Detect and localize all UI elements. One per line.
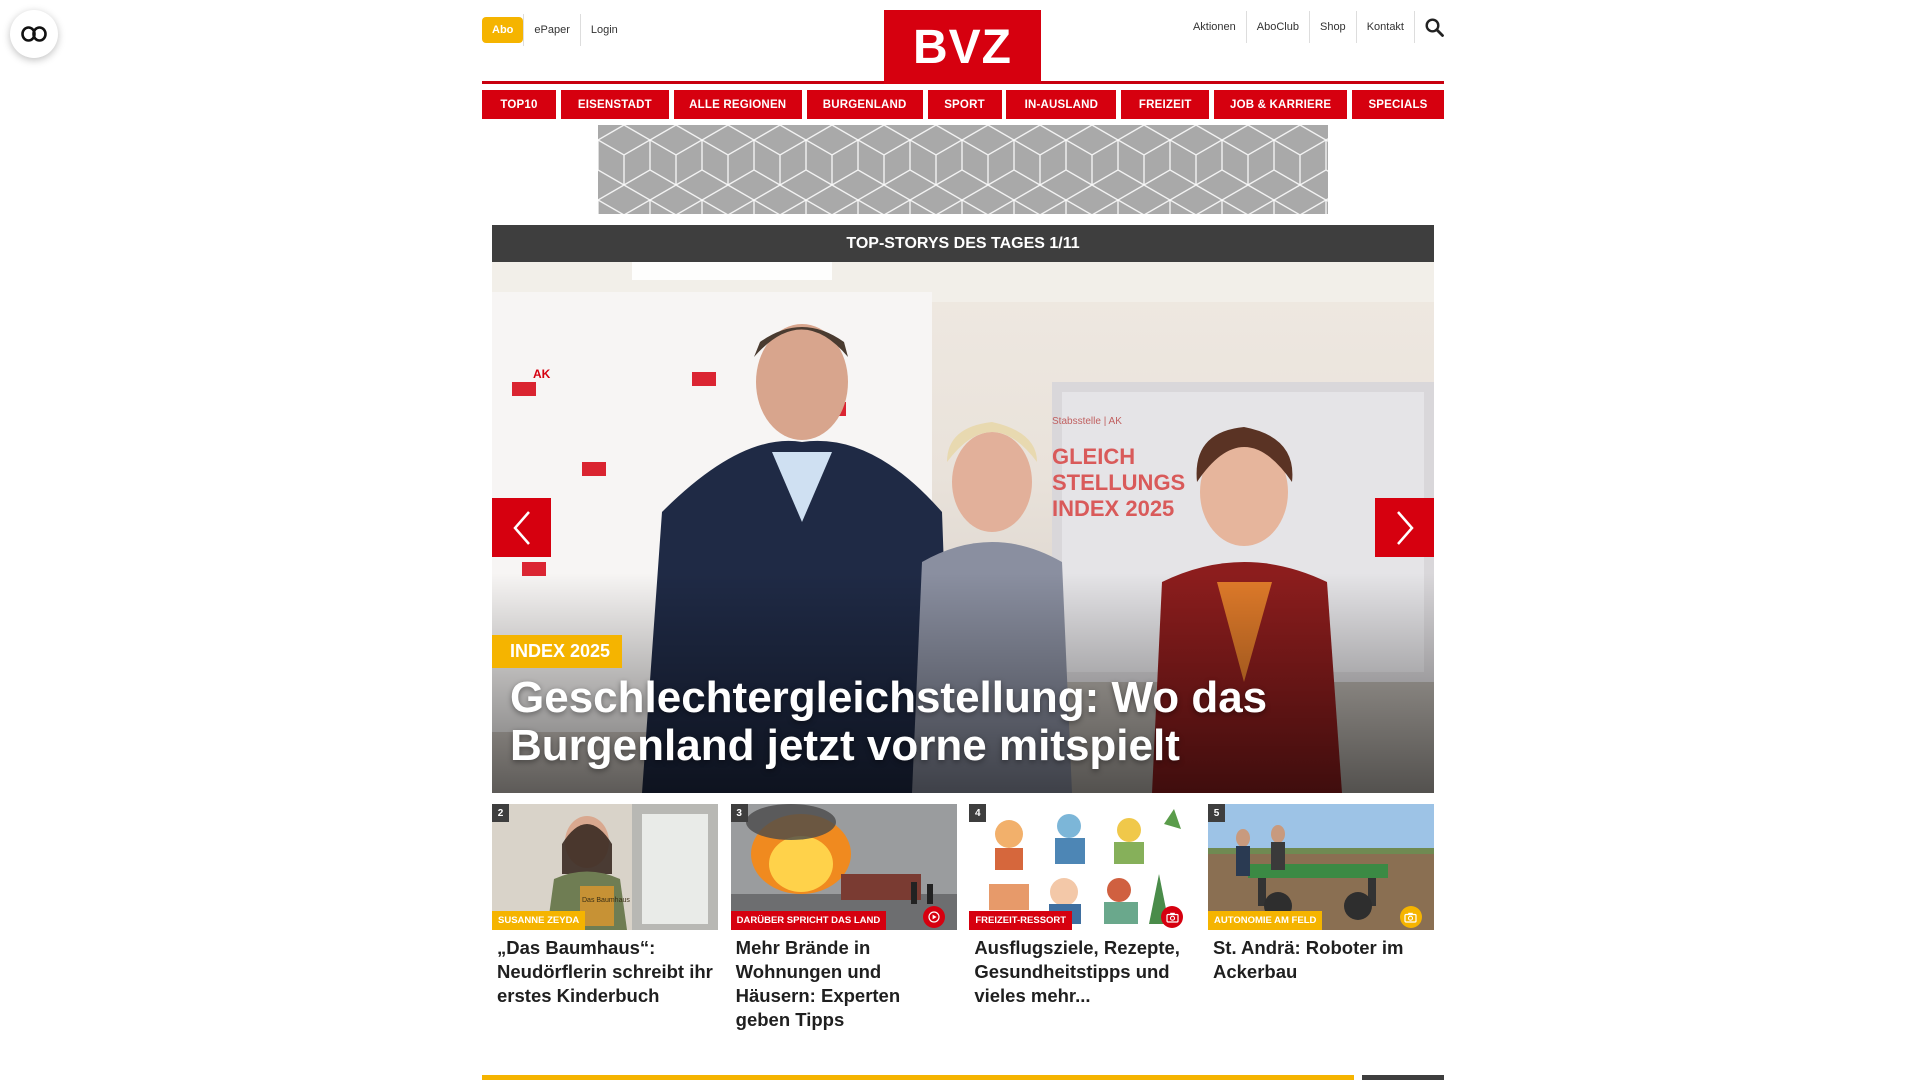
- header-right-links: Aktionen AboClub Shop Kontakt: [1183, 11, 1444, 43]
- nav-item-top10[interactable]: TOP10: [482, 90, 556, 119]
- hero-story[interactable]: AK Stabsstelle | AK GLEICH STELLUNGS IND…: [492, 262, 1434, 793]
- nav-item-specials[interactable]: SPECIALS: [1352, 90, 1444, 119]
- teaser-tag: DARÜBER SPRICHT DAS LAND: [730, 911, 887, 930]
- page-container: Abo ePaper Login BVZ Aktionen AboClub Sh…: [482, 0, 1444, 1080]
- teaser-card[interactable]: Das Baumhaus 2 SUSANNE ZEYDA „Das Baumha…: [492, 804, 718, 1032]
- ad-banner[interactable]: [598, 125, 1328, 214]
- chevron-left-icon: [512, 510, 530, 545]
- nav-item-alle-regionen[interactable]: ALLE REGIONEN: [673, 90, 802, 119]
- teaser-card[interactable]: 3 DARÜBER SPRICHT DAS LAND Mehr Brände i…: [730, 804, 957, 1032]
- teaser-tag: FREIZEIT-RESSORT: [969, 911, 1073, 930]
- teaser-thumbnail[interactable]: Das Baumhaus 2 SUSANNE ZEYDA: [492, 804, 718, 930]
- teaser-thumbnail[interactable]: 4 FREIZEIT-RESSORT: [969, 804, 1196, 930]
- section-divider-dark: [1362, 1075, 1444, 1080]
- abo-button[interactable]: Abo: [482, 17, 524, 43]
- hero-kicker: INDEX 2025: [492, 635, 623, 668]
- section-divider-yellow: [482, 1075, 1354, 1080]
- teaser-number: 5: [1207, 804, 1225, 822]
- video-play-icon: [922, 906, 945, 928]
- teaser-thumbnail[interactable]: 3 DARÜBER SPRICHT DAS LAND: [730, 804, 957, 930]
- chevron-right-icon: [1396, 510, 1414, 545]
- teaser-number: 2: [492, 804, 509, 822]
- teaser-card[interactable]: 4 FREIZEIT-RESSORT Ausflugsziele, Rezept…: [969, 804, 1196, 1032]
- nav-item-job-karriere[interactable]: JOB & KARRIERE: [1214, 90, 1348, 119]
- teaser-title[interactable]: Ausflugsziele, Rezepte, Gesundheitstipps…: [969, 930, 1195, 1008]
- teaser-title[interactable]: „Das Baumhaus“: Neudörflerin schreibt ih…: [492, 930, 718, 1008]
- accessibility-icon: [21, 26, 47, 42]
- nav-item-in-ausland[interactable]: IN-AUSLAND: [1006, 90, 1117, 119]
- screen-text-gleich: GLEICH: [1052, 444, 1135, 469]
- nav-item-freizeit[interactable]: FREIZEIT: [1121, 90, 1210, 119]
- hero-title[interactable]: Geschlechtergleichstellung: Wo das Burge…: [510, 674, 1410, 770]
- camera-icon: [1399, 906, 1422, 928]
- accessibility-button[interactable]: [10, 10, 58, 58]
- banner-logo-text: AK: [533, 367, 551, 381]
- teaser-tag: SUSANNE ZEYDA: [492, 911, 586, 930]
- site-header: Abo ePaper Login BVZ Aktionen AboClub Sh…: [482, 0, 1444, 84]
- aboclub-link[interactable]: AboClub: [1245, 11, 1309, 43]
- screen-text-index: INDEX 2025: [1052, 496, 1174, 521]
- search-icon: [1425, 17, 1444, 37]
- shop-link[interactable]: Shop: [1308, 11, 1356, 43]
- top-stories-heading: TOP-STORYS DES TAGES 1/11: [492, 225, 1434, 262]
- teaser-number: 3: [730, 804, 748, 822]
- ad-placeholder-pattern: [598, 125, 1328, 214]
- nav-item-burgenland[interactable]: BURGENLAND: [806, 90, 923, 119]
- teaser-title[interactable]: St. Andrä: Roboter im Ackerbau: [1208, 930, 1434, 984]
- teaser-card[interactable]: 5 AUTONOMIE AM FELD St. Andrä: Roboter i…: [1207, 804, 1434, 1032]
- carousel-next-button[interactable]: [1375, 498, 1434, 557]
- teaser-title[interactable]: Mehr Brände in Wohnungen und Häusern: Ex…: [731, 930, 957, 1032]
- header-left-links: Abo ePaper Login: [482, 14, 628, 46]
- kontakt-link[interactable]: Kontakt: [1355, 11, 1414, 43]
- site-logo[interactable]: BVZ: [884, 10, 1041, 84]
- login-link[interactable]: Login: [579, 14, 628, 46]
- teaser-row: Das Baumhaus 2 SUSANNE ZEYDA „Das Baumha…: [492, 804, 1434, 1032]
- nav-item-eisenstadt[interactable]: EISENSTADT: [560, 90, 669, 119]
- aktionen-link[interactable]: Aktionen: [1183, 11, 1246, 43]
- book-cover-text: Das Baumhaus: [582, 897, 630, 904]
- teaser-tag: AUTONOMIE AM FELD: [1207, 911, 1323, 930]
- nav-item-sport[interactable]: SPORT: [927, 90, 1002, 119]
- teaser-number: 4: [969, 804, 987, 822]
- epaper-link[interactable]: ePaper: [523, 14, 579, 46]
- teaser-thumbnail[interactable]: 5 AUTONOMIE AM FELD: [1207, 804, 1434, 930]
- carousel-prev-button[interactable]: [492, 498, 551, 557]
- main-nav: TOP10 EISENSTADT ALLE REGIONEN BURGENLAN…: [482, 90, 1444, 119]
- screen-text-stabsstelle: Stabsstelle | AK: [1052, 416, 1122, 427]
- screen-text-stellungs: STELLUNGS: [1052, 470, 1185, 495]
- top-stories: TOP-STORYS DES TAGES 1/11 AK Stabsstelle…: [492, 225, 1434, 793]
- search-button[interactable]: [1414, 11, 1444, 43]
